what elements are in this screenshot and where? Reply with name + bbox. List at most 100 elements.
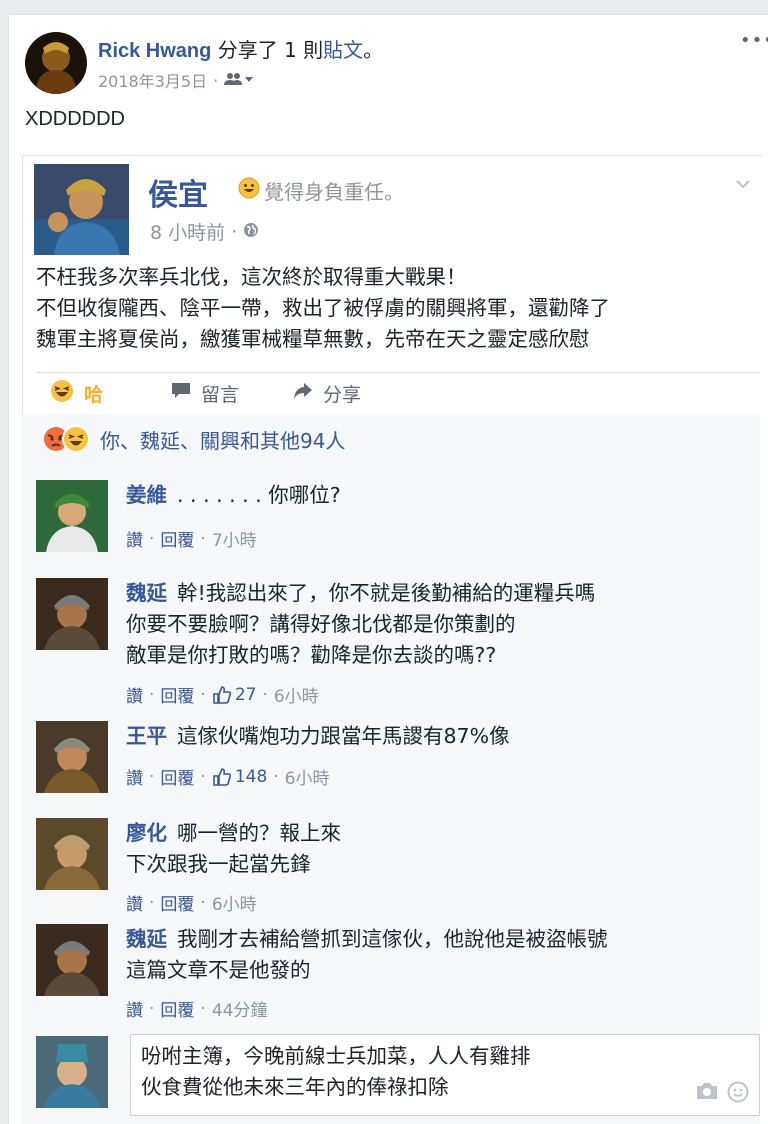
shared-post-link[interactable]: 貼文 bbox=[323, 38, 363, 62]
feeling-emoji-icon bbox=[238, 177, 260, 204]
comment-actions: 讚 · 回覆 · 6小時 bbox=[126, 890, 257, 916]
reactions-summary[interactable]: 你、魏延、關興和其他94人 bbox=[22, 414, 760, 464]
haha-label: 哈 bbox=[84, 384, 104, 406]
comment-text: 下次跟我一起當先鋒 bbox=[126, 852, 311, 876]
emoji-icon[interactable] bbox=[727, 1081, 749, 1107]
post-action-bar: 哈 留言 分享 bbox=[36, 372, 760, 414]
post-line: 不枉我多次率兵北伐，這次終於取得重大戰果！ bbox=[36, 265, 467, 289]
feeling-text: 覺得身負重任。 bbox=[264, 180, 404, 204]
like-count: 27 bbox=[234, 684, 257, 705]
input-line: 吩咐主簿，今晚前線士兵加菜，人人有雞排 bbox=[141, 1044, 531, 1068]
friends-audience-icon[interactable] bbox=[224, 71, 254, 90]
post-line: 魏軍主將夏侯尚，繳獲軍械糧草無數，先帝在天之靈定感欣慰 bbox=[36, 327, 590, 351]
share-date[interactable]: 2018年3月5日 bbox=[98, 68, 207, 92]
commenter-avatar[interactable] bbox=[36, 721, 108, 793]
sharer-name-link[interactable]: Rick Hwang bbox=[98, 40, 211, 62]
comment-actions: 讚 · 回覆 · 44分鐘 bbox=[126, 996, 268, 1022]
comment-composer: 吩咐主簿，今晚前線士兵加菜，人人有雞排 伙食費從他未來三年內的俸祿扣除 bbox=[36, 1034, 760, 1124]
input-line: 伙食費從他未來三年內的俸祿扣除 bbox=[141, 1075, 449, 1099]
like-comment-link[interactable]: 讚 bbox=[126, 890, 143, 915]
reply-comment-link[interactable]: 回覆 bbox=[160, 996, 194, 1021]
comment-text: 這篇文章不是他發的 bbox=[126, 958, 311, 982]
comment-time[interactable]: 6小時 bbox=[212, 890, 257, 915]
comment-text: 這傢伙嘴炮功力跟當年馬謖有87%像 bbox=[177, 724, 510, 748]
more-options-icon[interactable]: ••• bbox=[740, 30, 768, 51]
sep: · bbox=[200, 684, 206, 705]
original-post-time[interactable]: 8 小時前 bbox=[150, 218, 225, 245]
angry-icon bbox=[42, 425, 90, 453]
comment-time[interactable]: 7小時 bbox=[212, 526, 257, 551]
sep: · bbox=[200, 766, 206, 787]
sep: · bbox=[149, 528, 155, 549]
current-user-avatar[interactable] bbox=[36, 1036, 108, 1108]
reply-comment-link[interactable]: 回覆 bbox=[160, 526, 194, 551]
comment-likes[interactable]: 148 bbox=[212, 767, 267, 787]
comment-text: 你要不要臉啊？講得好像北伐都是你策劃的 bbox=[126, 612, 516, 636]
comment-body: 廖化 哪一營的？報上來 下次跟我一起當先鋒 bbox=[126, 818, 756, 880]
sep: · bbox=[149, 684, 155, 705]
commenter-name[interactable]: 姜維 bbox=[126, 483, 167, 507]
comment-input[interactable]: 吩咐主簿，今晚前線士兵加菜，人人有雞排 伙食費從他未來三年內的俸祿扣除 bbox=[130, 1034, 760, 1116]
camera-icon[interactable] bbox=[695, 1081, 719, 1107]
commenter-name[interactable]: 魏延 bbox=[126, 927, 167, 951]
shared-suffix: 。 bbox=[363, 38, 384, 62]
sep: · bbox=[149, 766, 155, 787]
comment-body: 王平 這傢伙嘴炮功力跟當年馬謖有87%像 bbox=[126, 721, 756, 752]
sep: · bbox=[149, 892, 155, 913]
commenter-avatar[interactable] bbox=[36, 480, 108, 552]
commenter-name[interactable]: 魏延 bbox=[126, 581, 167, 605]
comment-input-text[interactable]: 吩咐主簿，今晚前線士兵加菜，人人有雞排 伙食費從他未來三年內的俸祿扣除 bbox=[141, 1041, 681, 1103]
sep: · bbox=[262, 684, 268, 705]
haha-emoji-icon bbox=[50, 379, 74, 408]
like-comment-link[interactable]: 讚 bbox=[126, 764, 143, 789]
public-globe-icon[interactable] bbox=[243, 221, 259, 243]
like-comment-link[interactable]: 讚 bbox=[126, 996, 143, 1021]
thumbs-up-icon bbox=[213, 685, 231, 704]
share-button[interactable]: 分享 bbox=[293, 380, 361, 407]
comment-actions: 讚 · 回覆 · 27 · 6小時 bbox=[126, 682, 319, 708]
sep: · bbox=[200, 998, 206, 1019]
meta-dot: · bbox=[231, 220, 238, 243]
commenter-avatar[interactable] bbox=[36, 818, 108, 890]
post-line: 不但收復隴西、陰平一帶，救出了被俘虜的關興將軍，還勸降了 bbox=[36, 296, 610, 320]
reply-comment-link[interactable]: 回覆 bbox=[160, 682, 194, 707]
like-comment-link[interactable]: 讚 bbox=[126, 526, 143, 551]
comments-section bbox=[22, 464, 760, 1124]
meta-dot: · bbox=[213, 70, 219, 90]
sharer-avatar[interactable] bbox=[25, 32, 87, 94]
original-author-name[interactable]: 侯宜 bbox=[148, 170, 208, 214]
comment-text: 我剛才去補給營抓到這傢伙，他說他是被盜帳號 bbox=[177, 927, 608, 951]
shared-count: 1 則 bbox=[284, 38, 324, 62]
share-post-text: XDDDDDD bbox=[25, 108, 125, 130]
comment-actions: 讚 · 回覆 · 7小時 bbox=[126, 526, 257, 552]
haha-reaction-button[interactable]: 哈 bbox=[50, 379, 103, 408]
comment-likes[interactable]: 27 bbox=[212, 684, 257, 705]
commenter-name[interactable]: 王平 bbox=[126, 724, 167, 748]
reactions-summary-text: 你、魏延、關興和其他94人 bbox=[100, 428, 346, 453]
commenter-avatar[interactable] bbox=[36, 578, 108, 650]
comment-time[interactable]: 44分鐘 bbox=[212, 996, 268, 1021]
share-label: 分享 bbox=[323, 384, 362, 406]
share-arrow-icon bbox=[293, 382, 313, 405]
comment-body: 魏延 幹!我認出來了，你不就是後勤補給的運糧兵嗎 你要不要臉啊？講得好像北伐都是你… bbox=[126, 578, 756, 671]
comment-time[interactable]: 6小時 bbox=[274, 682, 319, 707]
comment-button[interactable]: 留言 bbox=[171, 380, 239, 407]
comment-text: 幹!我認出來了，你不就是後勤補給的運糧兵嗎 bbox=[177, 581, 596, 605]
thumbs-up-icon bbox=[213, 767, 231, 786]
chevron-down-icon[interactable] bbox=[735, 176, 751, 192]
comment-icon bbox=[171, 382, 191, 405]
comment-text: 敵軍是你打敗的嗎？勸降是你去談的嗎?? bbox=[126, 643, 497, 667]
comment-time[interactable]: 6小時 bbox=[285, 764, 330, 789]
comment-body: 姜維 . . . . . . . 你哪位? bbox=[126, 480, 756, 511]
sep: · bbox=[200, 528, 206, 549]
comment-text: 哪一營的？報上來 bbox=[177, 821, 341, 845]
reply-comment-link[interactable]: 回覆 bbox=[160, 890, 194, 915]
like-comment-link[interactable]: 讚 bbox=[126, 682, 143, 707]
shared-verb: 分享了 bbox=[217, 38, 278, 62]
original-author-avatar[interactable] bbox=[34, 164, 129, 255]
feeling-status: 覺得身負重任。 bbox=[238, 176, 404, 205]
commenter-avatar[interactable] bbox=[36, 924, 108, 996]
reply-comment-link[interactable]: 回覆 bbox=[160, 764, 194, 789]
comment-label: 留言 bbox=[201, 384, 240, 406]
commenter-name[interactable]: 廖化 bbox=[126, 821, 167, 845]
